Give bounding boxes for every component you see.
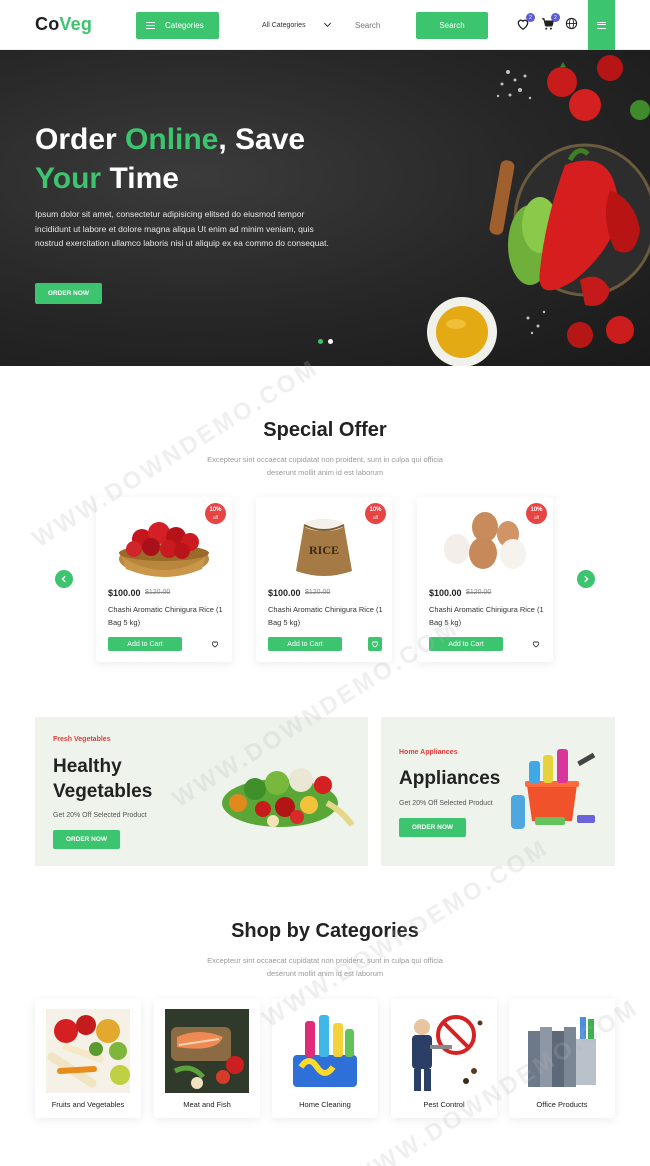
banner-order-now-button[interactable]: ORDER NOW <box>53 830 120 849</box>
menu-button[interactable] <box>588 0 615 50</box>
rice-sack-image: RICE <box>296 519 352 576</box>
product-card[interactable]: 10% off $100.00 $120.00 Chashi Aromatic C… <box>417 497 553 662</box>
meat-fish-image <box>165 1009 249 1093</box>
carousel-prev-button[interactable] <box>55 570 73 588</box>
category-label: Fruits and Vegetables <box>51 1100 125 1109</box>
heart-icon <box>371 641 379 648</box>
add-to-cart-button[interactable]: Add to Cart <box>268 637 342 651</box>
category-label: Meat and Fish <box>183 1100 231 1109</box>
cart-count-badge: 2 <box>551 13 560 22</box>
hero-title: Order Online, Save Your Time <box>35 123 306 195</box>
banner-subtitle: Get 20% Off Selected Product <box>399 800 493 807</box>
sack-label: RICE <box>309 543 339 557</box>
vegetables-banner[interactable]: Fresh Vegetables Healthy Vegetables Get 2… <box>35 717 368 866</box>
site-logo[interactable]: CoVeg <box>35 14 92 35</box>
menu-icon <box>597 21 606 29</box>
wishlist-count-badge: 2 <box>526 13 535 22</box>
cart-button[interactable]: 2 <box>541 13 560 31</box>
wishlist-toggle[interactable] <box>529 637 543 651</box>
product-name[interactable]: Chashi Aromatic Chinigura Rice (1 Bag 5 … <box>108 603 226 629</box>
discount-badge: 10% off <box>205 503 226 524</box>
banner-tag: Fresh Vegetables <box>53 736 111 743</box>
category-label: Home Cleaning <box>299 1100 351 1109</box>
categories-button[interactable]: Categories <box>136 12 219 39</box>
search-button[interactable]: Search <box>416 12 488 39</box>
category-card-meat-fish[interactable]: Meat and Fish <box>154 999 260 1118</box>
product-card[interactable]: RICE 10% off $100.00 $120.00 Chashi Aroma… <box>256 497 392 662</box>
product-old-price: $120.00 <box>305 589 331 596</box>
slider-dot[interactable] <box>328 339 333 344</box>
pest-control-image <box>402 1009 486 1093</box>
carousel-next-button[interactable] <box>577 570 595 588</box>
apples-basket-image <box>119 522 209 577</box>
home-cleaning-image <box>283 1009 367 1093</box>
hero-order-now-button[interactable]: ORDER NOW <box>35 283 102 304</box>
chevron-down-icon <box>323 19 332 28</box>
category-label: Pest Control <box>423 1100 465 1109</box>
category-label: Office Products <box>536 1100 588 1109</box>
wishlist-toggle[interactable] <box>208 637 222 651</box>
product-price: $100.00 <box>268 588 301 598</box>
globe-icon <box>565 17 578 30</box>
product-price: $100.00 <box>108 588 141 598</box>
special-offer-subtitle: Excepteur sint occaecat cupidatat non pr… <box>207 455 443 477</box>
list-icon <box>146 22 155 29</box>
categories-label: Categories <box>165 21 204 30</box>
hero-description: Ipsum dolor sit amet, consectetur adipis… <box>35 209 329 248</box>
appliances-banner[interactable]: Home Appliances Appliances Get 20% Off S… <box>381 717 615 866</box>
office-products-image <box>520 1009 604 1093</box>
category-select[interactable]: All Categories <box>258 13 334 37</box>
add-to-cart-button[interactable]: Add to Cart <box>108 637 182 651</box>
discount-badge: 10% off <box>365 503 386 524</box>
heart-icon <box>211 641 219 648</box>
chevron-right-icon <box>584 575 589 583</box>
add-to-cart-button[interactable]: Add to Cart <box>429 637 503 651</box>
shop-categories-title: Shop by Categories <box>231 920 419 942</box>
shop-categories-subtitle: Excepteur sint occaecat cupidatat non pr… <box>207 956 443 978</box>
banner-subtitle: Get 20% Off Selected Product <box>53 812 147 819</box>
product-old-price: $120.00 <box>145 589 171 596</box>
discount-badge: 10% off <box>526 503 547 524</box>
fruits-vegetables-image <box>46 1009 130 1093</box>
wishlist-button[interactable]: 2 <box>516 13 535 31</box>
heart-icon <box>532 641 540 648</box>
vegetables-image <box>222 768 355 827</box>
site-header: CoVeg Categories All Categories Search 2… <box>0 0 650 50</box>
banner-title: Healthy Vegetables <box>53 756 153 802</box>
hero-vegetables-image <box>427 55 650 366</box>
cleaning-supplies-image <box>511 749 596 829</box>
product-name[interactable]: Chashi Aromatic Chinigura Rice (1 Bag 5 … <box>268 603 386 629</box>
product-old-price: $120.00 <box>466 589 492 596</box>
banner-order-now-button[interactable]: ORDER NOW <box>399 818 466 837</box>
chevron-left-icon <box>61 575 66 583</box>
language-button[interactable] <box>565 17 579 31</box>
category-card-fruits-vegetables[interactable]: Fruits and Vegetables <box>35 999 141 1118</box>
eggs-image <box>444 512 526 569</box>
category-select-value: All Categories <box>262 21 306 29</box>
category-card-office-products[interactable]: Office Products <box>509 999 615 1118</box>
special-offer-title: Special Offer <box>263 419 387 441</box>
search-input[interactable] <box>350 13 412 37</box>
hero-slider: Order Online, Save Your Time Ipsum dolor… <box>0 50 650 366</box>
product-name[interactable]: Chashi Aromatic Chinigura Rice (1 Bag 5 … <box>429 603 547 629</box>
category-card-home-cleaning[interactable]: Home Cleaning <box>272 999 378 1118</box>
banner-title: Appliances <box>399 768 501 789</box>
wishlist-toggle-active[interactable] <box>368 637 382 651</box>
banner-tag: Home Appliances <box>399 749 458 756</box>
product-card[interactable]: 10% off $100.00 $120.00 Chashi Aromatic C… <box>96 497 232 662</box>
slider-dot-active[interactable] <box>318 339 323 344</box>
category-card-pest-control[interactable]: Pest Control <box>391 999 497 1118</box>
product-price: $100.00 <box>429 588 462 598</box>
